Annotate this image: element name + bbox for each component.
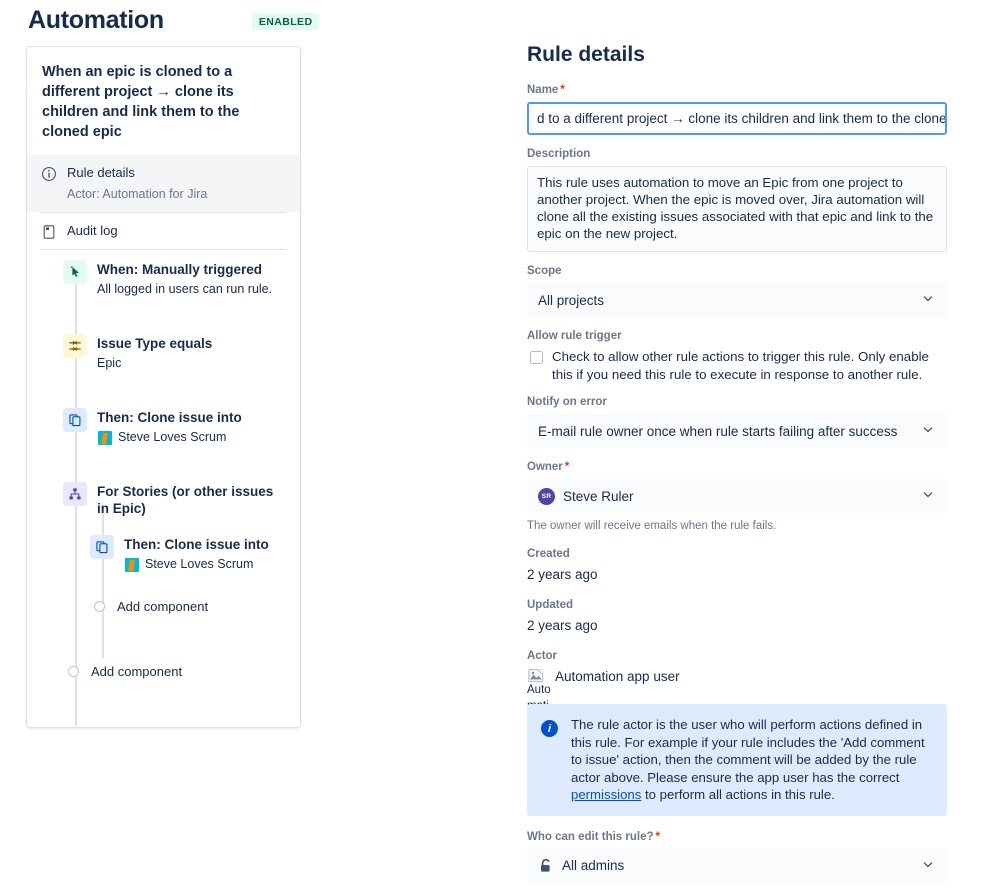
page-title: Automation	[28, 6, 164, 34]
clone-copy-icon	[90, 535, 114, 559]
actor-info-panel: i The rule actor is the user who will pe…	[527, 704, 947, 816]
chevron-down-icon	[922, 424, 934, 439]
created-value: 2 years ago	[527, 567, 598, 582]
rule-step-title: When: Manually triggered	[97, 262, 263, 277]
rule-step[interactable]: Issue Type equals Epic	[27, 334, 300, 372]
project-avatar-icon	[97, 429, 113, 446]
rule-step-title: Then: Clone issue into	[124, 537, 269, 552]
updated-value: 2 years ago	[527, 618, 598, 633]
sidebar-item-audit-log[interactable]: Audit log	[27, 213, 300, 249]
actor-info-text: The rule actor is the user who will perf…	[571, 716, 933, 804]
audit-log-label: Audit log	[67, 223, 118, 238]
rule-step-subtitle-text: All logged in users can run rule.	[97, 282, 273, 296]
rule-step[interactable]: When: Manually triggered All logged in u…	[27, 260, 300, 298]
description-textarea[interactable]: This rule uses automation to move an Epi…	[527, 166, 947, 252]
info-text-after: to perform all actions in this rule.	[641, 787, 835, 802]
clone-copy-icon	[63, 408, 87, 432]
name-input[interactable]: d to a different project → clone its chi…	[527, 102, 947, 135]
chevron-down-icon	[922, 489, 934, 504]
add-dot-icon	[94, 601, 105, 612]
info-icon: i	[541, 720, 558, 737]
scope-field-label: Scope	[527, 265, 562, 277]
who-can-edit-label: Who can edit this rule? *	[527, 830, 660, 843]
owner-helper-text: The owner will receive emails when the r…	[527, 520, 777, 532]
owner-select[interactable]: SR Steve Ruler	[527, 479, 947, 513]
rule-step[interactable]: Then: Clone issue into Steve Loves Scrum	[27, 408, 300, 446]
lock-icon	[538, 858, 554, 874]
name-input-value: d to a different project → clone its chi…	[537, 111, 947, 126]
rule-step-title: Issue Type equals	[97, 336, 213, 351]
notify-on-error-select[interactable]: E-mail rule owner once when rule starts …	[527, 414, 947, 448]
description-field-label: Description	[527, 148, 591, 160]
add-component-branch-button[interactable]: Add component	[27, 599, 300, 614]
cursor-click-icon	[63, 260, 87, 284]
rule-step[interactable]: For Stories (or other issues in Epic)	[27, 482, 300, 517]
rule-step-subtitle-text: Epic	[97, 356, 122, 370]
condition-filter-icon	[63, 334, 87, 358]
info-text-before: The rule actor is the user who will perf…	[571, 717, 925, 785]
required-asterisk: *	[560, 84, 565, 96]
rule-step-subtitle-text: Steve Loves Scrum	[145, 557, 254, 571]
allow-rule-trigger-row[interactable]: Check to allow other rule actions to tri…	[527, 348, 947, 384]
required-asterisk: *	[655, 830, 660, 843]
rule-step-title: For Stories (or other issues in Epic)	[97, 484, 274, 516]
status-badge: ENABLED	[251, 12, 320, 30]
allow-rule-trigger-checkbox[interactable]	[530, 351, 543, 364]
add-dot-icon	[68, 666, 79, 677]
owner-select-value: Steve Ruler	[563, 488, 634, 504]
sidebar-item-rule-details[interactable]: Rule details Actor: Automation for Jira	[27, 155, 300, 212]
rule-step-tree: When: Manually triggered All logged in u…	[27, 250, 300, 726]
add-component-root-button[interactable]: Add component	[27, 664, 300, 679]
who-can-edit-value: All admins	[562, 858, 625, 873]
rule-card-title: When an epic is cloned to a different pr…	[42, 64, 240, 140]
add-component-root-label: Add component	[91, 664, 183, 679]
chevron-down-icon	[922, 293, 934, 308]
rule-details-panel: Rule details Name * d to a different proj…	[527, 42, 947, 894]
owner-field-label: Owner *	[527, 461, 570, 473]
rule-step[interactable]: Then: Clone issue into Steve Loves Scrum	[27, 535, 300, 573]
project-avatar-icon	[124, 556, 140, 573]
rule-step-title: Then: Clone issue into	[97, 410, 242, 425]
actor-label: Actor	[527, 650, 558, 662]
avatar: SR	[538, 487, 555, 505]
actor-value: Automation app user	[555, 669, 680, 684]
rule-details-heading: Rule details	[527, 43, 645, 66]
rule-step-subtitle: Steve Loves Scrum	[124, 556, 269, 573]
created-label: Created	[527, 548, 570, 560]
rule-step-subtitle-text: Steve Loves Scrum	[118, 430, 227, 444]
rule-step-subtitle: Epic	[97, 355, 212, 372]
rule-tree-card: When an epic is cloned to a different pr…	[26, 46, 301, 728]
add-component-branch-label: Add component	[117, 599, 209, 614]
branch-hierarchy-icon	[63, 482, 87, 506]
notify-on-error-value: E-mail rule owner once when rule starts …	[538, 423, 898, 439]
rule-details-actor: Actor: Automation for Jira	[67, 187, 208, 201]
rule-step-subtitle: All logged in users can run rule.	[97, 281, 272, 298]
allow-rule-trigger-label: Allow rule trigger	[527, 330, 622, 342]
notify-on-error-label: Notify on error	[527, 396, 607, 408]
audit-log-icon	[41, 224, 57, 240]
chevron-down-icon	[922, 858, 934, 873]
required-asterisk: *	[564, 461, 570, 473]
allow-rule-trigger-text: Check to allow other rule actions to tri…	[552, 349, 929, 382]
tree-branch-line	[102, 508, 104, 658]
name-field-label: Name *	[527, 84, 565, 96]
actor-row: Automation app user Automation app user	[527, 668, 947, 760]
scope-select-value: All projects	[538, 292, 605, 308]
rule-step-subtitle: Steve Loves Scrum	[97, 429, 242, 446]
page-header: Automation ENABLED	[28, 4, 320, 36]
rule-details-label: Rule details	[67, 165, 135, 180]
info-circle-icon	[41, 166, 57, 182]
permissions-link[interactable]: permissions	[571, 787, 641, 802]
who-can-edit-select[interactable]: All admins	[527, 848, 947, 883]
updated-label: Updated	[527, 599, 573, 611]
scope-select[interactable]: All projects	[527, 283, 947, 317]
